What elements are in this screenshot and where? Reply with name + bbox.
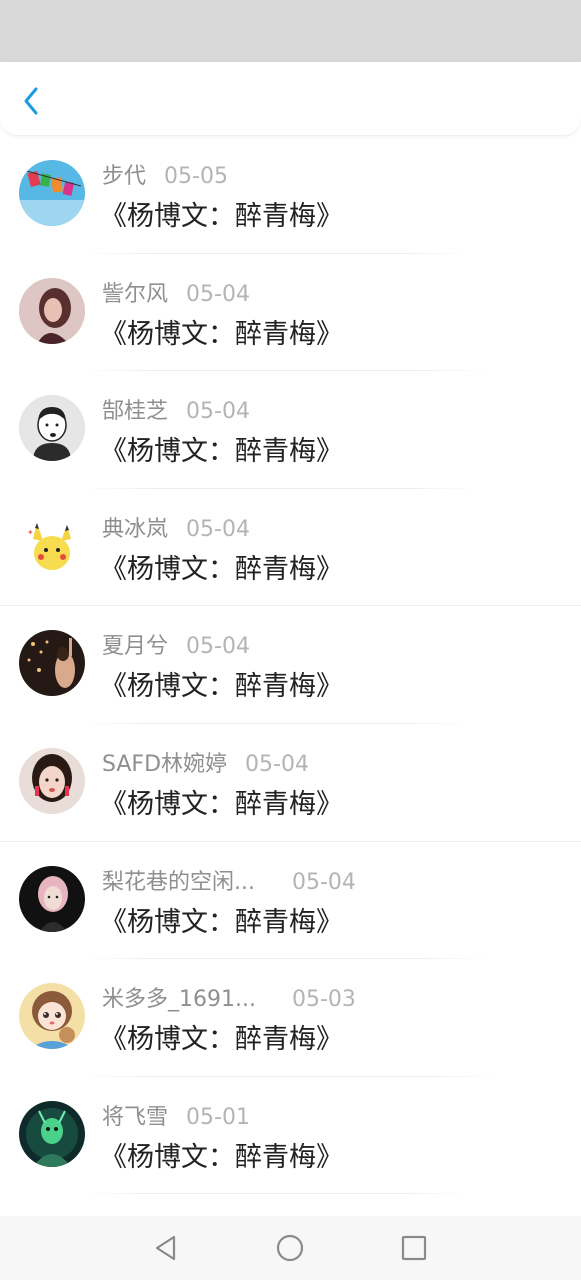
- square-recent-icon: [401, 1235, 427, 1261]
- svg-text:✦: ✦: [27, 528, 34, 537]
- user-name[interactable]: SAFD林婉婷: [102, 746, 227, 778]
- avatar[interactable]: [19, 865, 85, 932]
- item-title[interactable]: 《杨博文：醉青梅》: [100, 782, 343, 821]
- avatar-image: [19, 395, 85, 462]
- item-date: 05-04: [245, 751, 309, 777]
- item-title[interactable]: 《杨博文：醉青梅》: [100, 1135, 343, 1174]
- list-item[interactable]: 梨花巷的空闲... 05-04 《杨博文：醉青梅》: [0, 842, 581, 960]
- avatar[interactable]: [19, 1100, 85, 1167]
- user-name[interactable]: 步代: [102, 158, 146, 190]
- item-title[interactable]: 《杨博文：醉青梅》: [100, 1017, 343, 1056]
- item-title[interactable]: 《杨博文：醉青梅》: [100, 664, 343, 703]
- divider: [80, 1193, 470, 1195]
- item-meta: 将飞雪 05-01: [102, 1099, 250, 1131]
- list-item[interactable]: SAFD林婉婷 05-04 《杨博文：醉青梅》: [0, 724, 581, 842]
- circle-home-icon: [276, 1234, 304, 1262]
- nav-home-button[interactable]: [274, 1232, 306, 1264]
- avatar-image: [19, 747, 85, 814]
- item-meta: 夏月兮 05-04: [102, 628, 250, 660]
- list-item[interactable]: 訾尔风 05-04 《杨博文：醉青梅》: [0, 254, 581, 372]
- item-date: 05-04: [186, 399, 250, 425]
- avatar[interactable]: [19, 277, 85, 344]
- item-meta: 梨花巷的空闲... 05-04: [102, 864, 356, 896]
- item-meta: SAFD林婉婷 05-04: [102, 746, 309, 778]
- user-name[interactable]: 夏月兮: [102, 628, 168, 660]
- item-title[interactable]: 《杨博文：醉青梅》: [100, 547, 343, 586]
- reader-list: 步代 05-05 《杨博文：醉青梅》 訾尔风 05-04 《杨博文：醉青梅》 郜…: [0, 136, 581, 1195]
- triangle-back-icon: [155, 1235, 176, 1261]
- item-date: 05-04: [186, 516, 250, 542]
- item-meta: 步代 05-05: [102, 158, 228, 190]
- list-item[interactable]: ✦ 典冰岚 05-04 《杨博文：醉青梅》: [0, 489, 581, 607]
- user-name[interactable]: 将飞雪: [102, 1099, 168, 1131]
- item-meta: 訾尔风 05-04: [102, 276, 250, 308]
- list-item[interactable]: 将飞雪 05-01 《杨博文：醉青梅》: [0, 1077, 581, 1195]
- item-date: 05-03: [292, 987, 356, 1013]
- nav-back-button[interactable]: [150, 1232, 182, 1264]
- list-item[interactable]: 郜桂芝 05-04 《杨博文：醉青梅》: [0, 371, 581, 489]
- item-meta: 郜桂芝 05-04: [102, 393, 250, 425]
- item-title[interactable]: 《杨博文：醉青梅》: [100, 900, 343, 939]
- avatar-image: ✦: [19, 512, 85, 579]
- item-date: 05-05: [164, 164, 228, 189]
- item-date: 05-04: [186, 281, 250, 307]
- avatar-image: [19, 865, 85, 932]
- item-meta: 米多多_1691... 05-03: [102, 981, 356, 1013]
- user-name[interactable]: 訾尔风: [102, 276, 168, 308]
- avatar[interactable]: [19, 160, 85, 226]
- avatar[interactable]: [19, 983, 85, 1050]
- list-item[interactable]: 夏月兮 05-04 《杨博文：醉青梅》: [0, 606, 581, 724]
- list-item[interactable]: 步代 05-05 《杨博文：醉青梅》: [0, 136, 581, 254]
- item-title[interactable]: 《杨博文：醉青梅》: [100, 194, 343, 233]
- user-name[interactable]: 梨花巷的空闲...: [102, 864, 274, 896]
- avatar[interactable]: ✦: [19, 512, 85, 579]
- list-item[interactable]: 米多多_1691... 05-03 《杨博文：醉青梅》: [0, 959, 581, 1077]
- avatar[interactable]: [19, 395, 85, 462]
- item-date: 05-04: [186, 634, 250, 660]
- status-bar: [0, 0, 581, 62]
- avatar-image: [19, 983, 85, 1050]
- avatar[interactable]: [19, 630, 85, 697]
- top-bar: [0, 62, 581, 136]
- user-name[interactable]: 郜桂芝: [102, 393, 168, 425]
- item-meta: 典冰岚 05-04: [102, 511, 250, 543]
- back-button[interactable]: [14, 84, 48, 118]
- system-nav-bar: [0, 1216, 581, 1280]
- item-title[interactable]: 《杨博文：醉青梅》: [100, 429, 343, 468]
- avatar-image: [19, 630, 85, 697]
- chevron-left-icon: [24, 87, 38, 115]
- avatar-image: [19, 1100, 85, 1167]
- nav-recent-button[interactable]: [398, 1232, 430, 1264]
- user-name[interactable]: 典冰岚: [102, 511, 168, 543]
- avatar[interactable]: [19, 747, 85, 814]
- item-title[interactable]: 《杨博文：醉青梅》: [100, 312, 343, 351]
- item-date: 05-01: [186, 1104, 250, 1130]
- user-name[interactable]: 米多多_1691...: [102, 981, 274, 1013]
- avatar-image: [19, 160, 85, 226]
- item-date: 05-04: [292, 869, 356, 895]
- avatar-image: [19, 277, 85, 344]
